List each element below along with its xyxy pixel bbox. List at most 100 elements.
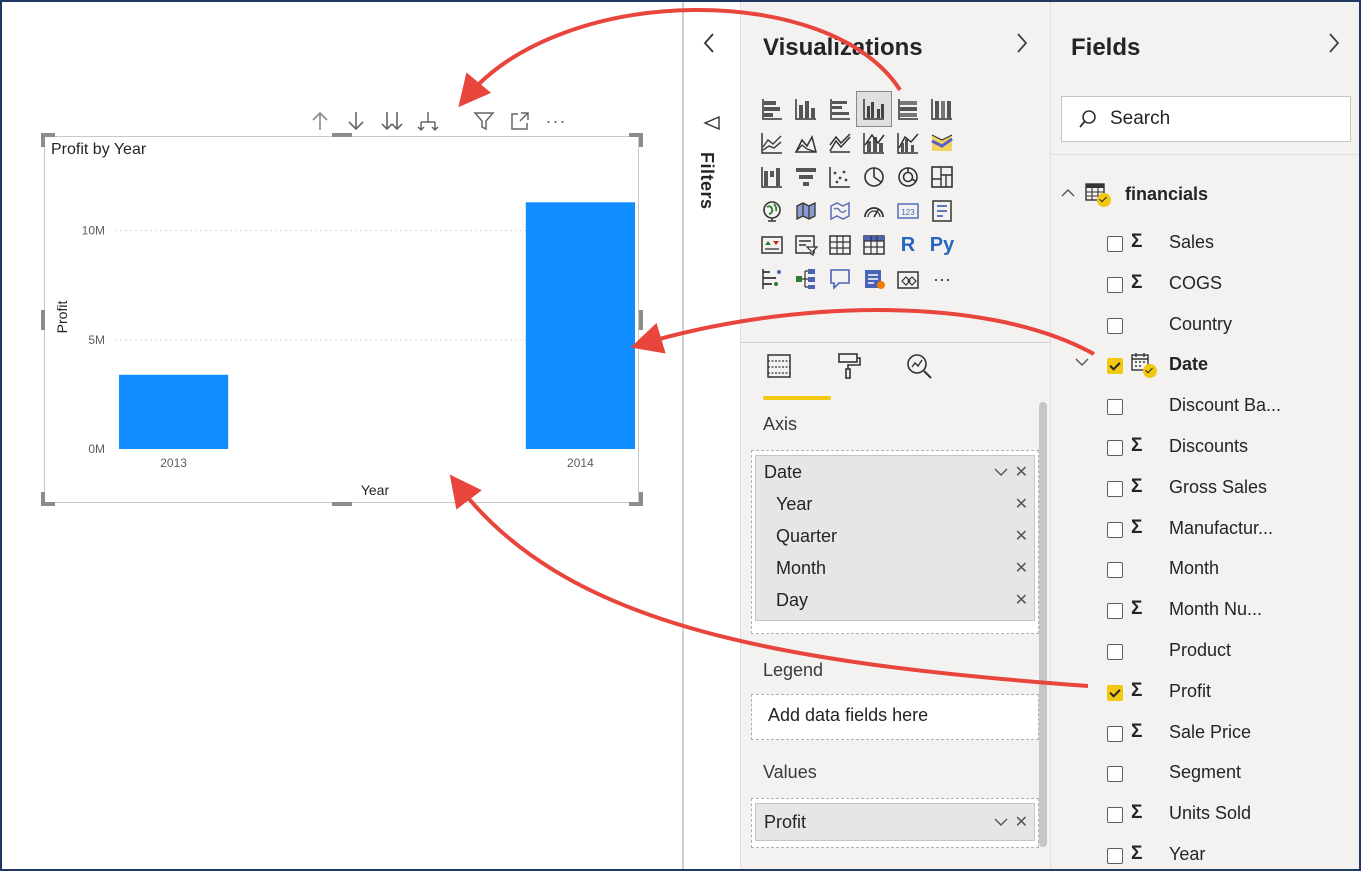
field-checkbox[interactable] bbox=[1107, 644, 1123, 660]
stacked-bar-chart-icon[interactable] bbox=[755, 92, 789, 126]
wells-scrollbar[interactable] bbox=[1039, 402, 1047, 847]
treemap-icon[interactable] bbox=[925, 160, 959, 194]
report-canvas[interactable]: ··· Profit by Year 0M 5M 10M 2013 2014 Year Pr… bbox=[2, 2, 682, 869]
field-item[interactable]: Σ Gross Sales bbox=[1051, 473, 1351, 509]
field-item[interactable]: Σ Units Sold bbox=[1051, 799, 1351, 835]
gauge-icon[interactable] bbox=[857, 194, 891, 228]
more-visuals-icon[interactable]: ··· bbox=[925, 262, 959, 296]
field-item[interactable]: Σ Profit bbox=[1051, 677, 1351, 713]
drill-up-icon[interactable] bbox=[302, 106, 338, 136]
clustered-bar-chart-icon[interactable] bbox=[823, 92, 857, 126]
fields-search-input[interactable]: Search bbox=[1061, 96, 1351, 142]
values-field-pill[interactable]: Profit ✕ bbox=[755, 803, 1035, 841]
remove-level-icon[interactable]: ✕ bbox=[1015, 526, 1028, 546]
field-checkbox[interactable] bbox=[1107, 766, 1123, 783]
remove-level-icon[interactable]: ✕ bbox=[1015, 558, 1028, 578]
area-chart-icon[interactable] bbox=[789, 126, 823, 160]
paginated-report-icon[interactable] bbox=[891, 262, 925, 296]
field-checkbox[interactable] bbox=[1107, 562, 1123, 579]
chevron-up-icon[interactable] bbox=[1061, 185, 1081, 203]
field-checkbox[interactable] bbox=[1107, 236, 1123, 252]
next-level-icon[interactable] bbox=[374, 106, 410, 136]
axis-field-header[interactable]: Date ✕ bbox=[756, 456, 1034, 488]
legend-well[interactable]: Add data fields here bbox=[751, 694, 1039, 740]
hierarchy-level-row[interactable]: Day ✕ bbox=[756, 584, 1034, 616]
axis-field-pill[interactable]: Date ✕ Year ✕ Quarter ✕ Month ✕ Day ✕ bbox=[755, 455, 1035, 621]
waterfall-chart-icon[interactable] bbox=[755, 160, 789, 194]
chevron-left-icon[interactable] bbox=[702, 32, 716, 60]
remove-field-icon[interactable]: ✕ bbox=[1015, 812, 1028, 832]
values-well[interactable]: Profit ✕ bbox=[751, 798, 1039, 848]
slicer-icon[interactable] bbox=[789, 228, 823, 262]
clustered-column-chart-icon[interactable] bbox=[856, 91, 892, 127]
resize-handle-corner-tl-h[interactable] bbox=[41, 133, 55, 137]
filter-icon[interactable] bbox=[466, 106, 502, 136]
stacked-area-chart-icon[interactable] bbox=[823, 126, 857, 160]
donut-chart-icon[interactable] bbox=[891, 160, 925, 194]
column-chart-visual[interactable]: Profit by Year 0M 5M 10M 2013 2014 Year Profit bbox=[44, 136, 639, 503]
field-item[interactable]: Country bbox=[1051, 310, 1351, 346]
field-checkbox[interactable] bbox=[1107, 848, 1123, 864]
chevron-down-icon[interactable] bbox=[1075, 354, 1089, 372]
key-influencers-icon[interactable] bbox=[755, 262, 789, 296]
field-item[interactable]: Σ Month Nu... bbox=[1051, 595, 1351, 631]
analytics-magnifier-icon[interactable] bbox=[901, 348, 937, 384]
field-checkbox[interactable] bbox=[1107, 276, 1123, 293]
100-percent-bar-chart-icon[interactable] bbox=[891, 92, 925, 126]
remove-field-icon[interactable]: ✕ bbox=[1015, 462, 1028, 482]
field-item[interactable]: Segment bbox=[1051, 758, 1351, 794]
resize-handle-left[interactable] bbox=[41, 310, 45, 330]
field-checkbox[interactable] bbox=[1107, 603, 1123, 620]
scatter-chart-icon[interactable] bbox=[823, 160, 857, 194]
r-visual-icon[interactable]: R bbox=[891, 228, 925, 262]
field-checkbox[interactable] bbox=[1107, 521, 1123, 538]
more-options-icon[interactable]: ··· bbox=[538, 106, 574, 136]
chevron-right-icon[interactable] bbox=[1327, 32, 1341, 61]
remove-level-icon[interactable]: ✕ bbox=[1015, 590, 1028, 610]
field-checkbox[interactable] bbox=[1107, 684, 1123, 701]
resize-handle-corner-br[interactable] bbox=[639, 492, 643, 506]
pie-chart-icon[interactable] bbox=[857, 160, 891, 194]
field-item[interactable]: Σ Sales bbox=[1051, 228, 1351, 264]
field-checkbox[interactable] bbox=[1107, 480, 1123, 497]
multi-row-card-icon[interactable] bbox=[925, 194, 959, 228]
resize-handle-top[interactable] bbox=[332, 133, 352, 137]
field-checkbox[interactable] bbox=[1107, 440, 1123, 456]
hierarchy-level-row[interactable]: Year ✕ bbox=[756, 488, 1034, 520]
kpi-icon[interactable] bbox=[755, 228, 789, 262]
resize-handle-corner-tr[interactable] bbox=[639, 133, 643, 147]
focus-mode-icon[interactable] bbox=[502, 106, 538, 136]
field-item[interactable]: Product bbox=[1051, 636, 1351, 672]
smart-narrative-icon[interactable] bbox=[857, 262, 891, 296]
map-icon[interactable] bbox=[755, 194, 789, 228]
chevron-down-icon[interactable] bbox=[994, 814, 1008, 830]
field-checkbox[interactable] bbox=[1107, 317, 1123, 334]
table-financials[interactable]: financials bbox=[1061, 178, 1208, 210]
100-percent-column-chart-icon[interactable] bbox=[925, 92, 959, 126]
chevron-right-icon[interactable] bbox=[1015, 32, 1029, 61]
fields-tab-icon[interactable] bbox=[761, 348, 797, 384]
field-item[interactable]: Σ Year bbox=[1051, 840, 1351, 869]
remove-level-icon[interactable]: ✕ bbox=[1015, 494, 1028, 514]
ribbon-chart-icon[interactable] bbox=[925, 126, 959, 160]
chevron-down-icon[interactable] bbox=[994, 464, 1008, 480]
resize-handle-corner-bl-h[interactable] bbox=[41, 502, 55, 506]
matrix-icon[interactable] bbox=[857, 228, 891, 262]
field-item[interactable]: Σ Sale Price bbox=[1051, 718, 1351, 754]
stacked-column-chart-icon[interactable] bbox=[789, 92, 823, 126]
python-visual-icon[interactable]: Py bbox=[925, 228, 959, 262]
funnel-chart-icon[interactable] bbox=[789, 160, 823, 194]
field-checkbox[interactable] bbox=[1107, 807, 1123, 824]
field-item[interactable]: Month bbox=[1051, 554, 1351, 590]
field-checkbox[interactable] bbox=[1107, 399, 1123, 416]
line-and-clustered-column-icon[interactable] bbox=[891, 126, 925, 160]
drill-down-icon[interactable] bbox=[338, 106, 374, 136]
values-field-row[interactable]: Profit ✕ bbox=[756, 804, 1034, 840]
hierarchy-level-row[interactable]: Quarter ✕ bbox=[756, 520, 1034, 552]
resize-handle-bottom[interactable] bbox=[332, 502, 352, 506]
qna-icon[interactable] bbox=[823, 262, 857, 296]
line-chart-icon[interactable] bbox=[755, 126, 789, 160]
field-item[interactable]: Discount Ba... bbox=[1051, 391, 1351, 427]
field-item[interactable]: Σ COGS bbox=[1051, 269, 1351, 305]
expand-hierarchy-icon[interactable] bbox=[410, 106, 446, 136]
